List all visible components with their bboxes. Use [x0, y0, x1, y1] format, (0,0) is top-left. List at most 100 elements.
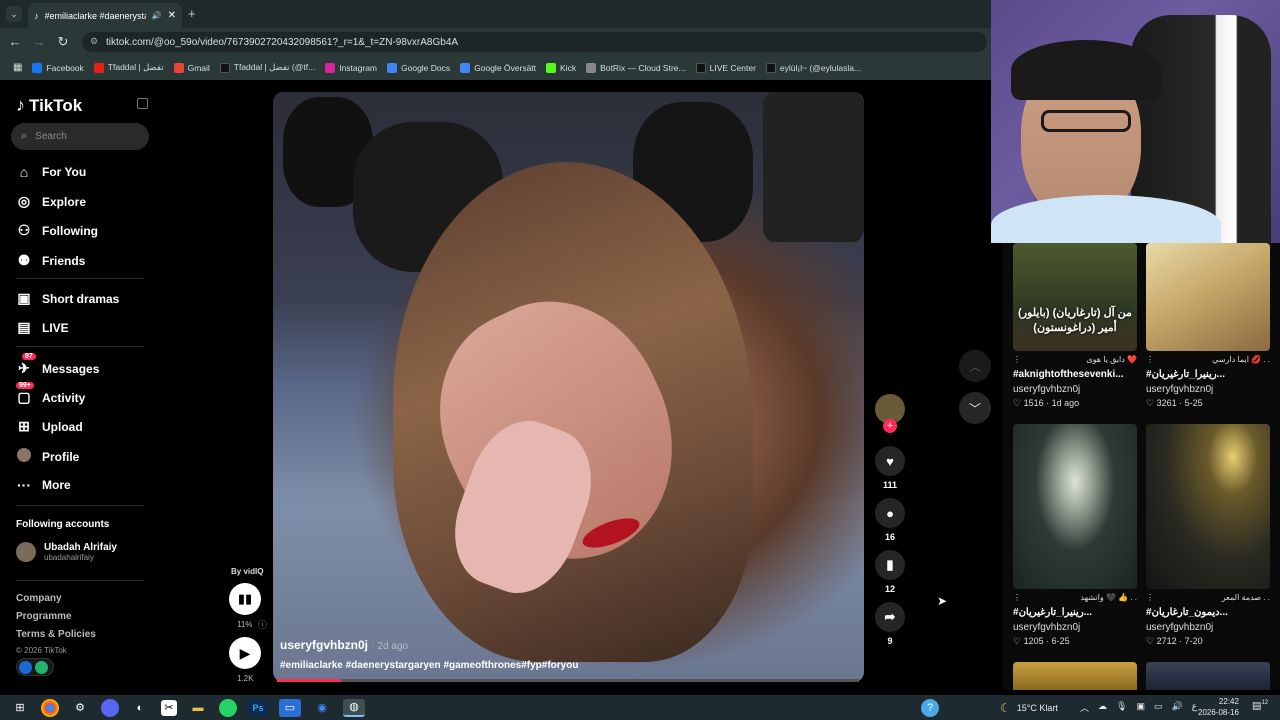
chrome-active-icon[interactable]: ◍ — [343, 698, 365, 717]
speaker-icon[interactable]: 🔊 — [152, 11, 162, 20]
reload-icon[interactable]: ↻ — [51, 30, 75, 54]
volume-icon[interactable]: 🔊 — [1171, 701, 1182, 714]
thumbnail-partial[interactable] — [1013, 662, 1137, 690]
related-card[interactable]: ⋮ واتشهد 🖤 👍 . . #رينيرا_تارغيريان... use… — [1013, 424, 1137, 647]
active-tab[interactable]: ♪ #emiliaclarke #daenerystar 🔊 ✕ — [28, 3, 182, 28]
related-card[interactable]: (بايلور) من آل (تارغاريان) أمير (دراغونس… — [1013, 243, 1137, 409]
card-title: واتشهد 🖤 👍 . . — [1080, 593, 1137, 602]
previous-video-button[interactable]: ︿ — [959, 350, 991, 382]
more-options-icon[interactable]: ⋮ — [1146, 355, 1154, 364]
notification-icon[interactable]: ▤12 — [1252, 700, 1268, 711]
bookmark-icon[interactable]: ▮ — [875, 550, 905, 580]
like-action[interactable]: ♥ 111 — [875, 446, 905, 490]
nav-activity[interactable]: ▢ 99+ Activity — [16, 382, 85, 406]
windows-start-icon[interactable]: ⊞ — [9, 699, 31, 717]
share-icon[interactable]: ➦ — [875, 602, 905, 632]
tiktok-logo[interactable]: ♪ TikTok — [16, 95, 82, 116]
help-icon[interactable]: ? — [921, 699, 939, 717]
more-options-icon[interactable]: ⋮ — [1013, 593, 1021, 602]
clock[interactable]: 22:42 2026-08-16 — [1198, 696, 1239, 718]
apps-icon[interactable]: ▦ — [8, 62, 27, 73]
bookmark-6[interactable]: Google Översätt — [455, 62, 541, 73]
monitor-icon[interactable]: ▭ — [1154, 701, 1163, 714]
following-account[interactable]: Ubadah Alrifaiy ubadahalrifaiy — [16, 542, 117, 562]
video-author[interactable]: useryfgvhbzn0j · 2d ago — [280, 638, 408, 652]
bookmark-7[interactable]: Kick — [541, 62, 581, 73]
heart-icon[interactable]: ♥ — [875, 446, 905, 476]
bookmark-10[interactable]: eylül¡l~ (@eylulasla... — [761, 62, 866, 73]
related-card[interactable]: ⋮ ايما دارسي 💋 . . #رينيرا_تارغيريان... u… — [1146, 243, 1270, 409]
discord-icon[interactable] — [101, 698, 119, 717]
follow-plus-icon[interactable]: + — [883, 419, 897, 433]
video-progress[interactable] — [277, 679, 859, 682]
comment-icon[interactable]: ● — [875, 498, 905, 528]
webcam-overlay — [991, 0, 1280, 243]
play-button[interactable]: ▶ — [229, 637, 261, 669]
language-indicator[interactable]: ع — [1192, 701, 1197, 714]
footer-terms[interactable]: Terms & Policies — [16, 629, 96, 640]
tab-search-button[interactable]: ⌄ — [6, 6, 22, 22]
nav-more[interactable]: ··· More — [16, 477, 71, 493]
file-explorer-icon[interactable]: ▬ — [187, 699, 209, 717]
forward-icon[interactable]: → — [27, 30, 51, 54]
address-bar[interactable]: ⚙ tiktok.com/@oo_59o/video/7673902720432… — [82, 32, 987, 52]
search-input[interactable]: ⌕ Search — [11, 123, 149, 150]
chrome-icon[interactable] — [41, 698, 59, 717]
weather-widget[interactable]: ☾ 15°C Klart — [1000, 701, 1058, 715]
new-tab-button[interactable]: + — [188, 6, 196, 21]
chevron-down-icon: ﹀ — [968, 401, 981, 416]
app-icon[interactable]: ▭ — [279, 698, 301, 717]
nav-short-dramas[interactable]: ▣ Short dramas — [16, 290, 119, 307]
tab-close-icon[interactable]: ✕ — [168, 10, 176, 21]
extension-toggle[interactable] — [16, 658, 54, 676]
mic-icon[interactable]: 🎙 — [1116, 701, 1127, 714]
nav-for-you[interactable]: ⌂ For You — [16, 164, 86, 180]
nav-messages[interactable]: ✈ 87 Messages — [16, 353, 99, 377]
settings-gear-icon[interactable]: ⚙ — [69, 699, 91, 717]
more-options-icon[interactable]: ⋮ — [1013, 355, 1021, 364]
share-action[interactable]: ➦ 9 — [875, 602, 905, 646]
site-info-icon[interactable]: ⚙ — [90, 36, 98, 47]
info-icon[interactable]: ⓘ — [258, 618, 267, 631]
video-caption[interactable]: #emiliaclarke #daenerystargaryen #gameof… — [280, 660, 578, 671]
video-player[interactable] — [273, 92, 864, 682]
tiktok-note-icon: ♪ — [16, 95, 25, 115]
bookmark-4[interactable]: Instagram — [320, 62, 382, 73]
nav-upload[interactable]: ⊞ Upload — [16, 418, 83, 435]
whatsapp-icon[interactable] — [219, 698, 237, 717]
chevron-up-icon[interactable]: ︿ — [1080, 701, 1089, 714]
cloud-icon[interactable]: ☁ — [1098, 701, 1107, 714]
capcut-icon[interactable]: ✂ — [161, 699, 177, 716]
bookmark-9[interactable]: LIVE Center — [691, 62, 761, 73]
back-icon[interactable]: ← — [3, 30, 27, 54]
bookmark-8[interactable]: BotRix — Cloud Stre... — [581, 62, 691, 73]
footer-programme[interactable]: Programme — [16, 611, 72, 622]
nav-profile[interactable]: Profile — [16, 448, 79, 465]
stats-button[interactable]: ▮▮ — [229, 583, 261, 615]
app-icon[interactable]: ◐ — [129, 699, 151, 717]
bookmark-1[interactable]: Tfaddal | تفضل — [89, 62, 169, 73]
bookmark-5[interactable]: Google Docs — [382, 62, 455, 73]
photoshop-icon[interactable]: Ps — [247, 698, 269, 717]
video-progress-fill — [277, 679, 342, 682]
app-tray-icon[interactable]: ▣ — [1136, 701, 1145, 714]
nav-following[interactable]: ⚇ Following — [16, 222, 98, 239]
save-action[interactable]: ▮ 12 — [875, 550, 905, 594]
nav-live[interactable]: ▤ LIVE — [16, 319, 68, 336]
related-card[interactable]: ⋮ صدمة المعر . . #ديمون_تارغاريان... user… — [1146, 424, 1270, 647]
app-icon[interactable]: ◉ — [311, 699, 333, 717]
nav-friends[interactable]: ⚉ Friends — [16, 252, 86, 269]
footer-company[interactable]: Company — [16, 593, 62, 604]
bookmark-0[interactable]: Facebook — [27, 62, 88, 73]
percent-label: 11% — [237, 620, 253, 629]
bookmark-3[interactable]: Tfaddal | تفضل (@tf... — [215, 62, 320, 73]
thumbnail — [1146, 243, 1270, 351]
more-options-icon[interactable]: ⋮ — [1146, 593, 1154, 602]
bookmark-2[interactable]: Gmail — [169, 62, 215, 73]
moon-icon: ☾ — [1000, 701, 1011, 715]
next-video-button[interactable]: ﹀ — [959, 392, 991, 424]
thumbnail-partial[interactable] — [1146, 662, 1270, 690]
collapse-sidebar-icon[interactable] — [137, 98, 148, 109]
comment-action[interactable]: ● 16 — [875, 498, 905, 542]
nav-explore[interactable]: ◎ Explore — [16, 193, 86, 210]
